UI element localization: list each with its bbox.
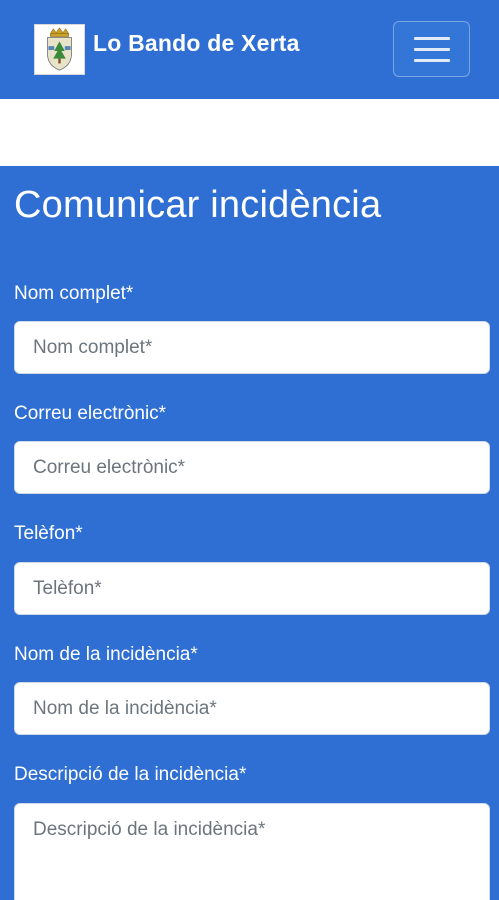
incident-description-textarea[interactable] <box>14 803 490 900</box>
full-name-label: Nom complet* <box>14 283 134 304</box>
content-spacer <box>0 99 499 166</box>
hamburger-menu-icon-bar <box>414 48 450 51</box>
hamburger-menu-icon-bar <box>414 59 450 62</box>
incident-description-label: Descripció de la incidència* <box>14 764 247 785</box>
hamburger-menu-icon <box>414 37 450 40</box>
incident-name-input[interactable] <box>14 682 490 735</box>
incident-name-label: Nom de la incidència* <box>14 644 198 665</box>
navbar: Lo Bando de Xerta <box>0 0 499 99</box>
page-title: Comunicar incidència <box>14 184 382 226</box>
coat-of-arms-icon[interactable] <box>34 24 85 75</box>
full-name-input[interactable] <box>14 321 490 374</box>
email-input[interactable] <box>14 441 490 494</box>
phone-input[interactable] <box>14 562 490 615</box>
email-label: Correu electrònic* <box>14 403 167 424</box>
brand-title[interactable]: Lo Bando de Xerta <box>93 30 300 57</box>
phone-label: Telèfon* <box>14 523 83 544</box>
hamburger-menu-button[interactable] <box>393 21 470 77</box>
